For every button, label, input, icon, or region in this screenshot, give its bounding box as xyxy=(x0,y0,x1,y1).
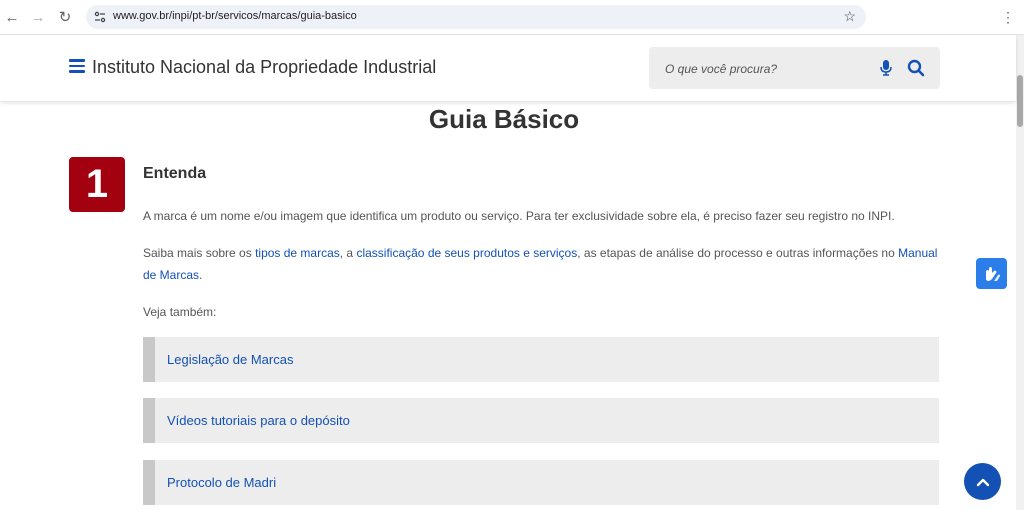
bookmark-star-icon[interactable]: ☆ xyxy=(843,8,856,25)
paragraph-text: , as etapas de análise do processo e out… xyxy=(577,246,899,260)
url-text: www.gov.br/inpi/pt-br/servicos/marcas/gu… xyxy=(113,10,357,22)
accessibility-sign-language-button[interactable] xyxy=(976,258,1007,289)
info-paragraph: Saiba mais sobre os tipos de marcas, a c… xyxy=(143,242,938,286)
reload-icon[interactable]: ↻ xyxy=(55,7,75,27)
back-icon[interactable]: ← xyxy=(2,7,22,27)
accordion-label[interactable]: Legislação de Marcas xyxy=(167,352,293,367)
search-input[interactable] xyxy=(663,58,867,80)
link-tipos-de-marcas[interactable]: tipos de marcas xyxy=(255,246,340,260)
search-icon[interactable] xyxy=(907,59,925,77)
chevron-up-icon xyxy=(976,478,989,486)
microphone-icon[interactable] xyxy=(879,60,893,76)
accordion-protocolo-madri[interactable]: Protocolo de Madri xyxy=(143,460,939,505)
step-heading: Entenda xyxy=(143,165,207,182)
hamburger-menu-icon[interactable] xyxy=(69,59,85,73)
page-scrollbar[interactable] xyxy=(1016,35,1024,510)
site-info-icon[interactable] xyxy=(92,9,108,25)
site-header: Instituto Nacional da Propriedade Indust… xyxy=(0,35,1016,101)
paragraph-text: Saiba mais sobre os xyxy=(143,246,256,260)
see-also-label: Veja também: xyxy=(143,305,217,319)
accordion-label[interactable]: Protocolo de Madri xyxy=(167,475,276,490)
search-box xyxy=(649,47,940,89)
scrollbar-thumb[interactable] xyxy=(1017,75,1023,127)
back-to-top-button[interactable] xyxy=(964,463,1001,500)
browser-toolbar: ← → ↻ www.gov.br/inpi/pt-br/servicos/mar… xyxy=(0,0,1024,35)
accordion-legislacao[interactable]: Legislação de Marcas xyxy=(143,337,939,382)
sign-language-hands-icon xyxy=(985,266,1000,281)
paragraph-text: . xyxy=(199,268,203,282)
address-bar[interactable]: www.gov.br/inpi/pt-br/servicos/marcas/gu… xyxy=(86,5,866,29)
page-title: Guia Básico xyxy=(428,104,580,134)
paragraph-text: , a xyxy=(339,246,357,260)
site-title[interactable]: Instituto Nacional da Propriedade Indust… xyxy=(92,57,436,78)
forward-icon[interactable]: → xyxy=(28,7,48,27)
intro-paragraph: A marca é um nome e/ou imagem que identi… xyxy=(143,209,895,223)
accordion-label[interactable]: Vídeos tutoriais para o depósito xyxy=(167,413,350,428)
accordion-videos-tutoriais[interactable]: Vídeos tutoriais para o depósito xyxy=(143,398,939,443)
step-number-badge: 1 xyxy=(69,157,125,212)
link-classificacao[interactable]: classificação de seus produtos e serviço… xyxy=(356,246,577,260)
browser-menu-icon[interactable]: ⋮ xyxy=(1000,7,1016,27)
